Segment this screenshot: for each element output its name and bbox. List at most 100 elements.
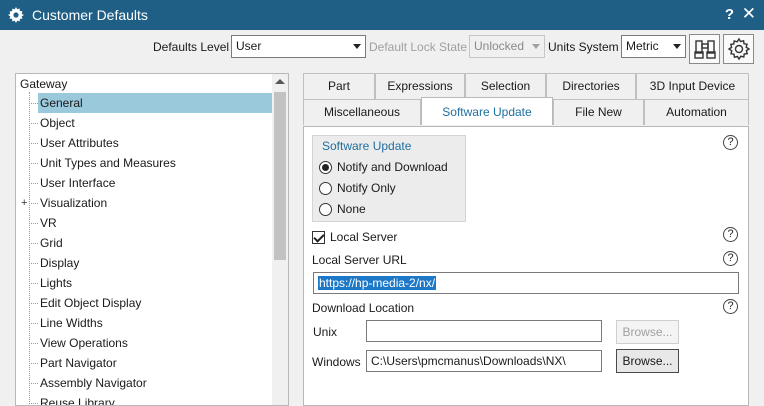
local-server-url-input[interactable]: https://hp-media-2/nx/ — [313, 272, 739, 294]
software-update-group: Software Update Notify and Download Noti… — [312, 135, 466, 222]
tree-root-gateway[interactable]: Gateway — [20, 77, 67, 91]
tree-item-label: Part Navigator — [40, 356, 117, 370]
tree-item-label: Visualization — [40, 196, 108, 210]
tree-item-label: Reuse Library — [40, 396, 115, 406]
tree-item-label: Display — [40, 256, 80, 270]
tree-guide-line — [29, 163, 38, 164]
tree-item[interactable]: Part Navigator — [16, 353, 274, 373]
tab-3d-input-device[interactable]: 3D Input Device — [636, 73, 749, 99]
defaults-toolbar: Defaults Level User Default Lock State U… — [0, 30, 764, 66]
tree-guide-line — [29, 303, 38, 304]
tree-item[interactable]: VR — [16, 213, 274, 233]
tab-directories[interactable]: Directories — [546, 73, 636, 99]
help-icon[interactable]: ? — [723, 227, 738, 242]
settings-button[interactable] — [723, 34, 754, 64]
category-tree: Gateway General Object User Attributes Unit… — [15, 73, 289, 406]
defaults-level-select[interactable]: User — [231, 35, 366, 58]
radio-notify-only[interactable]: Notify Only — [319, 179, 396, 197]
unix-browse-button: Browse... — [616, 320, 679, 344]
help-icon[interactable]: ? — [723, 135, 738, 150]
tree-item[interactable]: Lights — [16, 273, 274, 293]
unix-path-input[interactable] — [366, 320, 602, 342]
radio-label: Notify Only — [337, 181, 396, 195]
default-lock-state-select: Unlocked — [469, 35, 545, 58]
local-server-url-label: Local Server URL — [312, 253, 407, 267]
tree-item[interactable]: View Operations — [16, 333, 274, 353]
tree-item-label: User Interface — [40, 176, 116, 190]
window-title: Customer Defaults — [32, 7, 148, 23]
local-server-checkbox-row[interactable]: Local Server — [312, 230, 397, 244]
tree-item-label: Assembly Navigator — [40, 376, 147, 390]
find-button[interactable] — [689, 34, 720, 64]
tree-item[interactable]: User Attributes — [16, 133, 274, 153]
units-system-value: Metric — [626, 39, 659, 53]
radio-button[interactable] — [319, 202, 332, 216]
windows-path-input[interactable]: C:\Users\pmcmanus\Downloads\NX\ — [366, 350, 602, 372]
local-server-label: Local Server — [330, 230, 398, 244]
tree-scrollbar[interactable] — [272, 74, 288, 405]
tree-item-label: Object — [40, 116, 75, 130]
tab-selection[interactable]: Selection — [465, 73, 546, 99]
tab-software-update[interactable]: Software Update — [421, 97, 553, 125]
tree-item[interactable]: Grid — [16, 233, 274, 253]
windows-browse-button[interactable]: Browse... — [616, 349, 679, 373]
tree-item[interactable]: General — [16, 93, 274, 113]
tree-item[interactable]: User Interface — [16, 173, 274, 193]
tab-miscellaneous[interactable]: Miscellaneous — [303, 99, 421, 125]
tree-guide-line — [29, 383, 38, 384]
help-button[interactable]: ? — [725, 6, 734, 23]
scrollbar-thumb[interactable] — [274, 92, 286, 260]
tree-item-label: General — [38, 93, 272, 113]
binoculars-icon — [693, 40, 716, 59]
local-server-url-value: https://hp-media-2/nx/ — [318, 276, 437, 290]
title-bar: Customer Defaults ? ✕ — [0, 0, 764, 30]
tab-expressions[interactable]: Expressions — [375, 73, 465, 99]
tree-item[interactable]: Edit Object Display — [16, 293, 274, 313]
gear-icon — [727, 37, 750, 61]
tree-item[interactable]: Object — [16, 113, 274, 133]
close-button[interactable]: ✕ — [742, 4, 756, 24]
chevron-down-icon — [353, 44, 361, 49]
radio-none[interactable]: None — [319, 200, 366, 218]
tab-file-new[interactable]: File New — [553, 99, 644, 125]
tree-item-label: Grid — [40, 236, 63, 250]
tree-guide-line — [29, 263, 38, 264]
windows-label: Windows — [312, 355, 361, 369]
tree-guide-line — [29, 123, 38, 124]
tree-guide-line — [29, 343, 38, 344]
radio-button[interactable] — [319, 160, 332, 174]
defaults-level-label: Defaults Level — [153, 40, 230, 54]
tab-automation[interactable]: Automation — [644, 99, 749, 125]
tree-guide-line — [29, 223, 38, 224]
tree-item-label: Unit Types and Measures — [40, 156, 176, 170]
tree-item[interactable]: Display — [16, 253, 274, 273]
scroll-up-arrow-icon[interactable] — [275, 79, 285, 84]
group-title: Software Update — [322, 139, 412, 153]
tree-item[interactable]: Line Widths — [16, 313, 274, 333]
radio-button[interactable] — [319, 181, 332, 195]
tree-guide-line — [29, 183, 38, 184]
tree-item-label: View Operations — [40, 336, 128, 350]
tree-item[interactable]: Assembly Navigator — [16, 373, 274, 393]
tree-item[interactable]: Reuse Library — [16, 393, 274, 406]
radio-notify-and-download[interactable]: Notify and Download — [319, 158, 448, 176]
help-icon[interactable]: ? — [723, 251, 738, 266]
help-icon[interactable]: ? — [723, 299, 738, 314]
tree-item-label: VR — [40, 216, 57, 230]
local-server-checkbox[interactable] — [312, 230, 325, 244]
tree-item-label: User Attributes — [40, 136, 119, 150]
expand-plus-icon[interactable]: + — [21, 198, 27, 209]
tree-item[interactable]: Unit Types and Measures — [16, 153, 274, 173]
units-system-select[interactable]: Metric — [621, 35, 686, 58]
tree-item[interactable]: + Visualization — [16, 193, 274, 213]
chevron-down-icon — [673, 44, 681, 49]
tree-guide-line — [29, 323, 38, 324]
tree-item-label: Line Widths — [40, 316, 103, 330]
tree-item-label: Lights — [40, 276, 73, 290]
tree-guide-line — [29, 143, 38, 144]
tree-guide-line — [29, 203, 38, 204]
tab-part[interactable]: Part — [303, 73, 375, 99]
software-update-panel: Software Update Notify and Download Noti… — [303, 126, 749, 406]
chevron-down-icon — [532, 44, 540, 49]
tree-guide-line — [29, 403, 38, 404]
